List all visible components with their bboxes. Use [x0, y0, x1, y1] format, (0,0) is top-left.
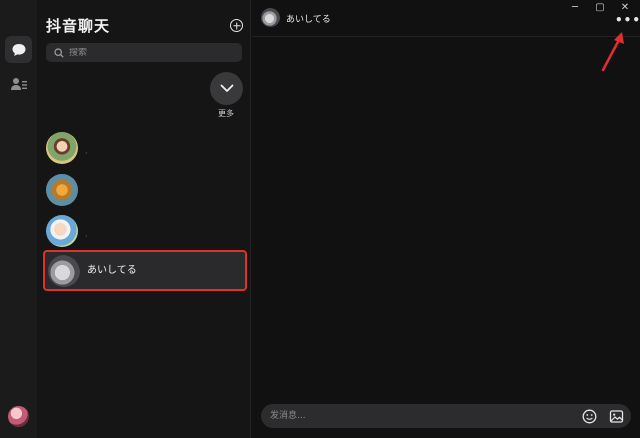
contact-avatar	[46, 174, 78, 206]
more-options-button[interactable]: •••	[615, 13, 640, 27]
chevron-down-icon	[220, 84, 233, 92]
chat-header: あいしてる ─ ▢ ✕ •••	[252, 0, 640, 37]
contact-item[interactable]: ·	[43, 212, 247, 250]
image-button[interactable]	[608, 408, 624, 424]
contact-item[interactable]	[43, 171, 247, 209]
contact-avatar	[46, 132, 78, 164]
contact-item[interactable]: ·	[43, 129, 247, 167]
search-input[interactable]	[69, 47, 229, 58]
contact-item-selected[interactable]: あいしてる	[43, 250, 247, 291]
contact-avatar	[46, 215, 78, 247]
user-avatar[interactable]	[8, 406, 29, 427]
contacts-icon	[10, 77, 27, 90]
close-button[interactable]: ✕	[616, 2, 634, 13]
app-title: 抖音聊天	[46, 17, 111, 35]
more-button[interactable]	[210, 72, 243, 105]
image-icon	[609, 409, 623, 423]
contacts-nav-button[interactable]	[5, 70, 32, 97]
emoji-icon	[582, 409, 596, 423]
minimize-button[interactable]: ─	[566, 2, 584, 13]
search-bar[interactable]	[46, 43, 242, 62]
message-composer	[261, 404, 631, 428]
chat-partner-avatar[interactable]	[261, 8, 280, 27]
chat-list-panel: 抖音聊天 更多 · · あいしてる	[37, 0, 251, 438]
contact-name: あいしてる	[87, 265, 137, 276]
left-rail	[0, 0, 37, 438]
contact-preview: ·	[85, 149, 88, 158]
maximize-button[interactable]: ▢	[591, 2, 609, 13]
contact-preview: ·	[85, 232, 88, 241]
chat-partner-name: あいしてる	[286, 15, 331, 25]
contact-avatar	[48, 255, 80, 287]
message-input[interactable]	[270, 408, 570, 424]
chat-nav-button[interactable]	[5, 36, 32, 63]
annotation-arrow-icon	[601, 32, 624, 72]
search-icon	[54, 47, 64, 58]
add-chat-button[interactable]	[230, 19, 243, 32]
more-label: 更多	[218, 109, 234, 118]
emoji-button[interactable]	[581, 408, 597, 424]
chat-bubble-icon	[12, 43, 25, 56]
